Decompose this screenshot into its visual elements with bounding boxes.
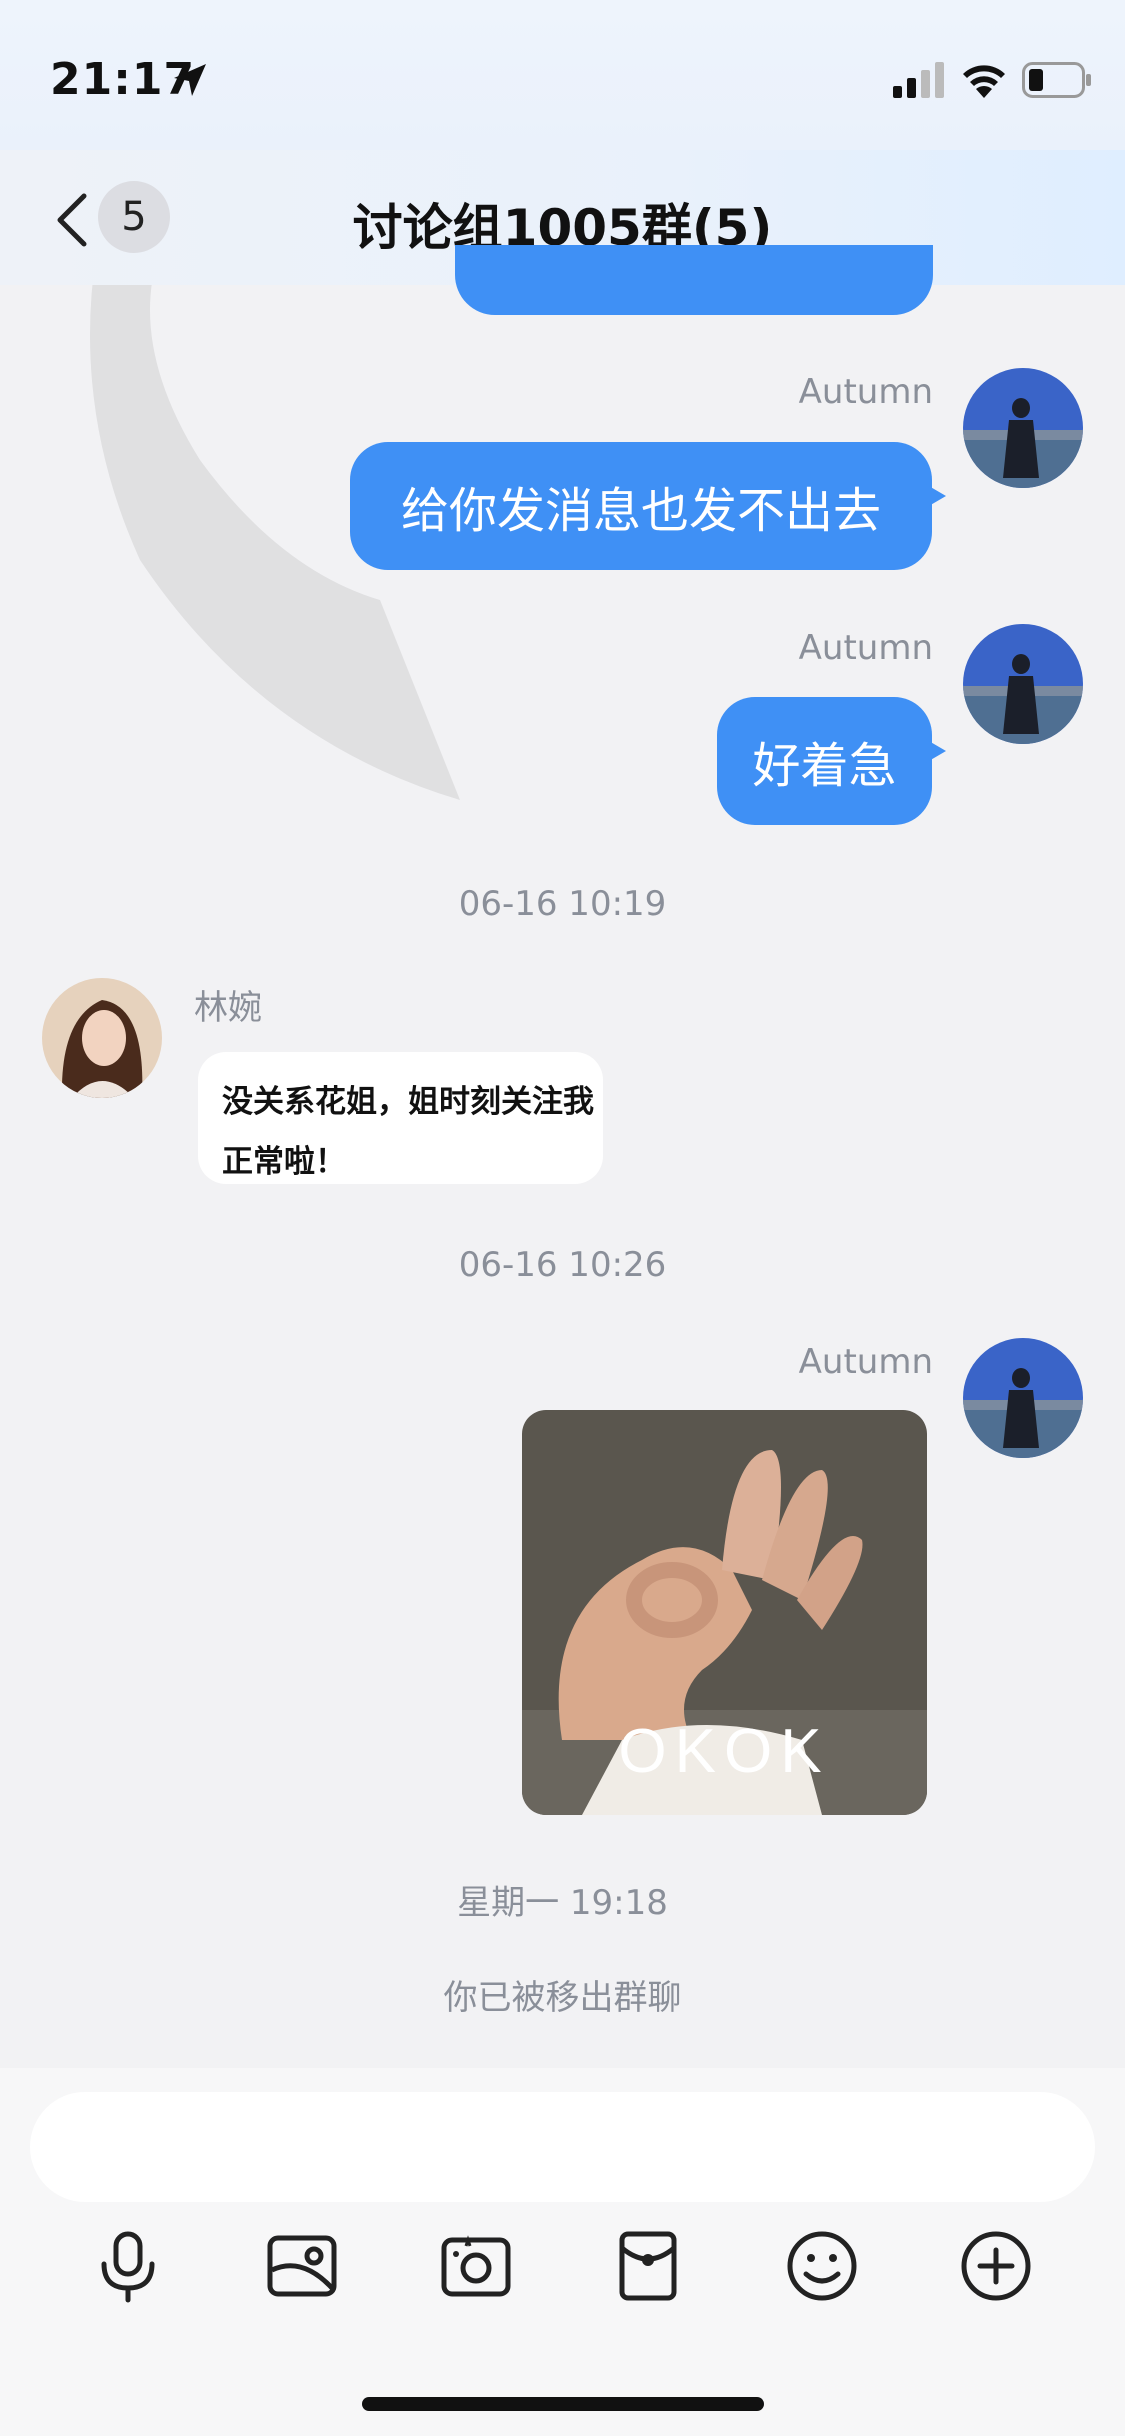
home-indicator[interactable] <box>362 2397 764 2411</box>
plus-icon[interactable] <box>956 2226 1036 2306</box>
location-arrow-icon <box>174 64 206 96</box>
message-bubble[interactable]: 没关系花姐，姐时刻关注我 正常啦！ <box>198 1052 603 1184</box>
message-text-line: 没关系花姐，姐时刻关注我 <box>222 1084 594 1120</box>
sender-name: 林婉 <box>194 988 262 1028</box>
status-bar: 21:17 <box>0 0 1125 150</box>
input-panel <box>0 2068 1125 2436</box>
sticker-image[interactable]: OKOK <box>522 1410 927 1815</box>
avatar[interactable] <box>963 1338 1083 1458</box>
message-bubble[interactable]: 好着急 <box>717 697 946 825</box>
wifi-icon <box>963 65 1005 98</box>
avatar[interactable] <box>963 624 1083 744</box>
message-timestamp: 06-16 10:19 <box>458 884 667 924</box>
message-text: 好着急 <box>752 738 897 794</box>
emoji-icon[interactable] <box>782 2226 862 2306</box>
bubble-tail <box>922 482 946 510</box>
red-packet-icon[interactable] <box>608 2226 688 2306</box>
message-text-line: 正常啦！ <box>222 1144 346 1180</box>
sender-name: Autumn <box>798 372 933 412</box>
sender-name: Autumn <box>798 628 933 668</box>
avatar[interactable] <box>42 978 162 1098</box>
avatar[interactable] <box>963 368 1083 488</box>
microphone-icon[interactable] <box>88 2226 168 2306</box>
battery-icon <box>1022 62 1091 98</box>
photo-album-icon[interactable] <box>262 2226 342 2306</box>
message-timestamp: 06-16 10:26 <box>458 1245 667 1285</box>
sticker-caption: OKOK <box>618 1717 829 1786</box>
sender-name: Autumn <box>798 1342 933 1382</box>
camera-icon[interactable] <box>436 2226 516 2306</box>
message-bubble[interactable]: 给你发消息也发不出去 <box>350 442 946 570</box>
system-notice: 你已被移出群聊 <box>443 1978 682 2018</box>
partial-message-bubble[interactable] <box>455 245 933 315</box>
cellular-signal-icon <box>893 62 944 98</box>
message-text: 没关系花姐，姐时刻关注我 正常啦！ <box>222 1072 603 1184</box>
message-timestamp: 星期一 19:18 <box>457 1883 668 1923</box>
message-input[interactable] <box>30 2092 1095 2202</box>
bubble-tail <box>922 737 946 765</box>
message-text: 给你发消息也发不出去 <box>400 483 881 539</box>
